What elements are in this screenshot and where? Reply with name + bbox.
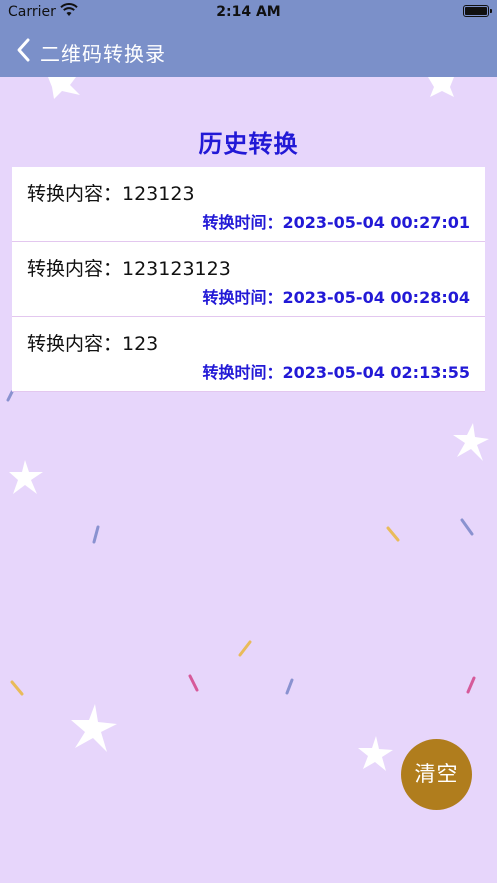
status-time: 2:14 AM [216,4,281,20]
star-icon [48,77,80,99]
history-time: 转换时间：2023-05-04 02:13:55 [202,363,470,382]
history-list: 转换内容：123123 转换时间：2023-05-04 00:27:01 转换内… [12,167,485,392]
battery-icon [463,5,492,17]
history-row[interactable]: 转换内容：123123 转换时间：2023-05-04 00:27:01 [12,167,485,242]
star-icon [428,77,454,97]
status-bar: Carrier 2:14 AM [0,0,497,24]
history-content: 转换内容：123123123 [27,258,231,280]
history-row[interactable]: 转换内容：123123123 转换时间：2023-05-04 00:28:04 [12,242,485,317]
history-content: 转换内容：123123 [27,183,195,205]
chevron-left-icon[interactable] [12,36,38,64]
confetti-decoration [6,390,476,696]
history-time: 转换时间：2023-05-04 00:28:04 [202,288,470,307]
star-icon [358,736,393,771]
history-time: 转换时间：2023-05-04 00:27:01 [202,213,470,232]
navigation-bar: 二维码转换录 [0,24,497,77]
clear-button[interactable]: 清空 [401,739,472,810]
history-content: 转换内容：123 [27,333,159,355]
page-heading: 历史转换 [198,130,299,158]
nav-title: 二维码转换录 [40,42,166,66]
history-row[interactable]: 转换内容：123 转换时间：2023-05-04 02:13:55 [12,317,485,392]
